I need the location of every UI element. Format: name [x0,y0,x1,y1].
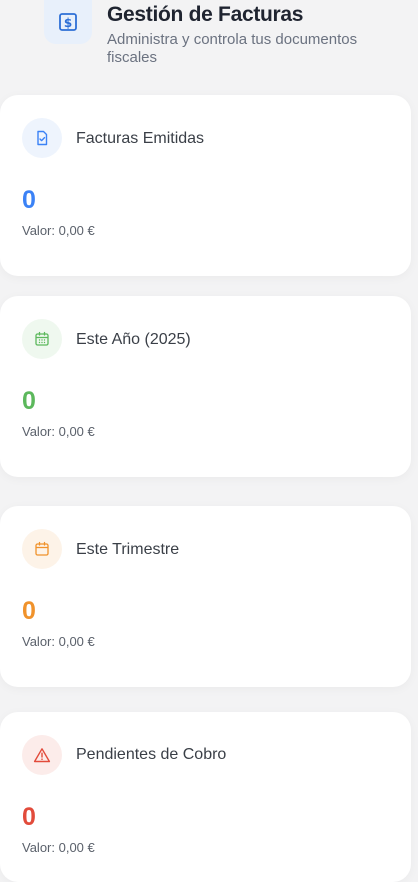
card-label: Facturas Emitidas [76,130,205,147]
card-amount: Valor: 0,00 € [22,424,95,439]
page-subtitle: Administra y controla tus documentos fis… [107,31,358,66]
card-count: 0 [22,597,36,625]
stat-card-pendientes-cobro[interactable]: Pendientes de Cobro 0 Valor: 0,00 € [0,712,411,882]
card-label: Pendientes de Cobro [76,746,227,763]
stat-card-facturas-emitidas[interactable]: Facturas Emitidas 0 Valor: 0,00 € [0,95,411,276]
warning-icon [22,735,62,775]
card-count: 0 [22,387,36,415]
card-amount: Valor: 0,00 € [22,634,95,649]
page-title: Gestión de Facturas [107,3,304,26]
stat-card-este-trimestre[interactable]: Este Trimestre 0 Valor: 0,00 € [0,506,411,687]
card-label: Este Trimestre [76,541,180,558]
calendar-icon [22,529,62,569]
card-count: 0 [22,186,36,214]
card-amount: Valor: 0,00 € [22,223,95,238]
calendar-grid-icon [22,319,62,359]
stat-card-este-ano[interactable]: Este Año (2025) 0 Valor: 0,00 € [0,296,411,477]
card-amount: Valor: 0,00 € [22,840,95,855]
card-count: 0 [22,803,36,831]
document-check-icon [22,118,62,158]
card-label: Este Año (2025) [76,331,191,348]
dollar-document-icon: $ [44,0,92,44]
page-header: $ Gestión de Facturas Administra y contr… [0,0,418,80]
svg-text:$: $ [64,16,72,30]
